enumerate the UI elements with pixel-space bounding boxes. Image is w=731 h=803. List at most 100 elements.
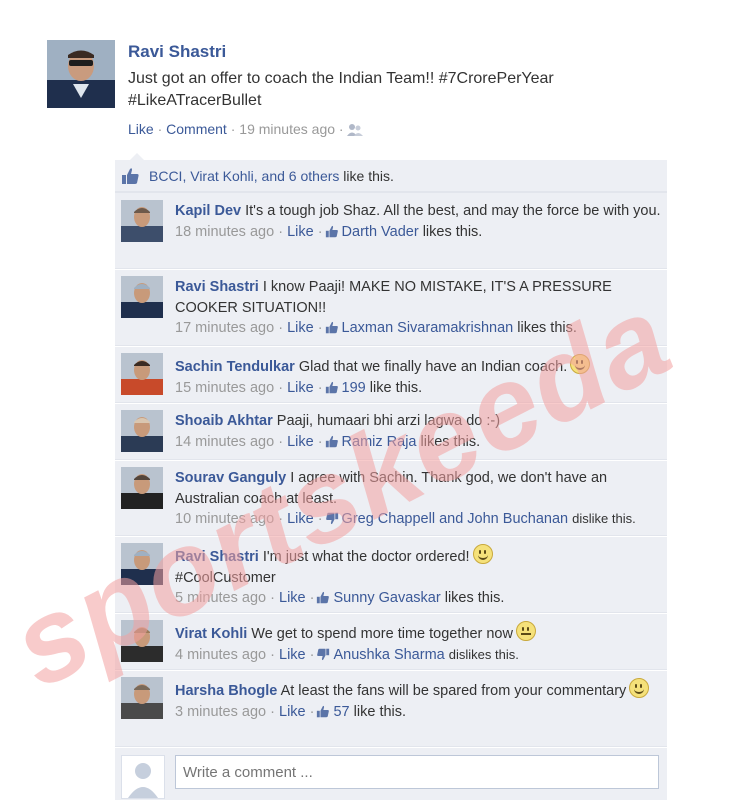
commenter-name[interactable]: Ravi Shastri bbox=[175, 279, 259, 295]
privacy-friends-icon[interactable] bbox=[347, 123, 364, 140]
meta-separator: · bbox=[230, 121, 236, 137]
comment-timestamp[interactable]: 4 minutes ago bbox=[175, 647, 266, 663]
commenter-avatar[interactable] bbox=[121, 543, 163, 585]
meta-separator: · bbox=[278, 379, 284, 396]
commenter-avatar[interactable] bbox=[121, 620, 163, 662]
comment-panel-pointer bbox=[130, 153, 144, 160]
meta-separator: · bbox=[317, 511, 323, 527]
comment-body: Kapil Dev It's a tough job Shaz. All the… bbox=[175, 201, 665, 244]
comment-like-link[interactable]: Like bbox=[279, 647, 306, 663]
comment-like-link[interactable]: Like bbox=[287, 434, 314, 450]
reaction-suffix: likes this. bbox=[517, 320, 577, 336]
commenter-name[interactable]: Sourav Ganguly bbox=[175, 470, 286, 486]
reaction-users-link[interactable]: 199 bbox=[342, 380, 366, 396]
post-text: Just got an offer to coach the Indian Te… bbox=[128, 68, 648, 112]
reaction-users-link[interactable]: Greg Chappell and John Buchanan bbox=[342, 511, 569, 527]
thumbs-up-icon bbox=[325, 224, 339, 245]
comment-text: Glad that we finally have an Indian coac… bbox=[298, 359, 568, 375]
commenter-name[interactable]: Sachin Tendulkar bbox=[175, 359, 295, 375]
comment-timestamp[interactable]: 15 minutes ago bbox=[175, 380, 274, 396]
comment-timestamp[interactable]: 10 minutes ago bbox=[175, 511, 274, 527]
meta-separator: · bbox=[270, 590, 275, 606]
reaction-users-link[interactable]: Ramiz Raja bbox=[342, 434, 417, 450]
post-like-link[interactable]: Like bbox=[128, 121, 154, 137]
comment-like-link[interactable]: Like bbox=[287, 224, 314, 240]
post-text-line-2: #LikeATracerBullet bbox=[128, 92, 262, 109]
meta-separator: · bbox=[270, 703, 275, 720]
comment-like-link[interactable]: Like bbox=[279, 704, 306, 720]
comment-item: Kapil Dev It's a tough job Shaz. All the… bbox=[115, 192, 667, 270]
comment-text-line-2: #CoolCustomer bbox=[175, 569, 276, 586]
comment-timestamp[interactable]: 18 minutes ago bbox=[175, 224, 274, 240]
comment-meta: 5 minutes ago · Like · Sunny Gavaskar lik… bbox=[175, 588, 665, 611]
comment-body: Sachin Tendulkar Glad that we finally ha… bbox=[175, 354, 665, 400]
comment-body: Ravi Shastri I'm just what the doctor or… bbox=[175, 544, 665, 611]
commenter-name[interactable]: Virat Kohli bbox=[175, 626, 247, 642]
meta-separator: · bbox=[157, 121, 163, 137]
thumbs-up-icon bbox=[325, 380, 339, 401]
comment-meta: 18 minutes ago · Like · Darth Vader likes… bbox=[175, 222, 665, 245]
comment-body: Ravi Shastri I know Paaji! MAKE NO MISTA… bbox=[175, 277, 665, 341]
comment-body: Sourav Ganguly I agree with Sachin. Than… bbox=[175, 468, 665, 532]
smiley-emoticon-icon bbox=[515, 621, 536, 641]
comment-text: I'm just what the doctor ordered! bbox=[262, 549, 470, 565]
reaction-users-link[interactable]: Laxman Sivaramakrishnan bbox=[342, 320, 514, 336]
thumbs-up-icon bbox=[121, 167, 140, 185]
comment-like-link[interactable]: Like bbox=[287, 511, 314, 527]
comment-meta: 4 minutes ago · Like · Anushka Sharma dis… bbox=[175, 645, 665, 668]
post-comment-link[interactable]: Comment bbox=[166, 121, 227, 137]
reaction-suffix: like this. bbox=[353, 703, 407, 720]
comment-meta: 14 minutes ago · Like · Ramiz Raja likes … bbox=[175, 432, 665, 455]
comment-like-link[interactable]: Like bbox=[287, 380, 314, 396]
post-timestamp[interactable]: 19 minutes ago bbox=[239, 121, 335, 137]
meta-separator: · bbox=[309, 646, 315, 663]
commenter-name[interactable]: Ravi Shastri bbox=[175, 549, 259, 565]
commenter-avatar[interactable] bbox=[121, 200, 163, 242]
meta-separator: · bbox=[270, 646, 275, 663]
comment-timestamp[interactable]: 5 minutes ago bbox=[175, 590, 266, 606]
commenter-name[interactable]: Harsha Bhogle bbox=[175, 683, 277, 699]
commenter-avatar[interactable] bbox=[121, 276, 163, 318]
commenter-avatar[interactable] bbox=[121, 677, 163, 719]
smiley-emoticon-icon bbox=[472, 544, 493, 564]
commenter-name[interactable]: Kapil Dev bbox=[175, 203, 241, 219]
meta-separator: · bbox=[317, 223, 323, 240]
comment-item: Harsha Bhogle At least the fans will be … bbox=[115, 669, 667, 748]
comment-item: Sourav Ganguly I agree with Sachin. Than… bbox=[115, 459, 667, 537]
comment-timestamp[interactable]: 14 minutes ago bbox=[175, 434, 274, 450]
commenter-avatar[interactable] bbox=[121, 467, 163, 509]
comment-input[interactable] bbox=[175, 755, 659, 789]
reaction-users-link[interactable]: Anushka Sharma bbox=[333, 647, 444, 663]
comment-body: Shoaib Akhtar Paaji, humaari bhi arzi la… bbox=[175, 411, 665, 454]
reaction-users-link[interactable]: Sunny Gavaskar bbox=[333, 590, 440, 606]
comment-timestamp[interactable]: 3 minutes ago bbox=[175, 704, 266, 720]
likers-link[interactable]: BCCI, Virat Kohli, and 6 others bbox=[149, 168, 339, 184]
thumbs-down-icon bbox=[316, 647, 330, 668]
comment-like-link[interactable]: Like bbox=[287, 320, 314, 336]
meta-separator: · bbox=[317, 320, 323, 336]
comment-text: It's a tough job Shaz. All the best, and… bbox=[245, 203, 661, 219]
likes-suffix: like this. bbox=[343, 168, 394, 184]
commenter-name[interactable]: Shoaib Akhtar bbox=[175, 413, 273, 429]
reaction-users-link[interactable]: Darth Vader bbox=[342, 224, 419, 240]
reaction-users-link[interactable]: 57 bbox=[333, 704, 349, 720]
commenter-avatar[interactable] bbox=[121, 410, 163, 452]
meta-separator: · bbox=[309, 703, 315, 720]
comment-meta: 15 minutes ago · Like · 199 like this. bbox=[175, 378, 665, 401]
commenter-avatar[interactable] bbox=[121, 353, 163, 395]
smiley-emoticon-icon bbox=[629, 678, 650, 698]
comment-text: We get to spend more time together now bbox=[251, 626, 513, 642]
reaction-suffix: likes this. bbox=[420, 433, 481, 450]
meta-separator: · bbox=[278, 320, 284, 336]
comment-panel: BCCI, Virat Kohli, and 6 others like thi… bbox=[115, 160, 667, 800]
comment-timestamp[interactable]: 17 minutes ago bbox=[175, 320, 274, 336]
thumbs-down-icon bbox=[325, 511, 339, 532]
thumbs-up-icon bbox=[325, 320, 339, 341]
thumbs-up-icon bbox=[316, 590, 330, 611]
comment-like-link[interactable]: Like bbox=[279, 590, 306, 606]
meta-separator: · bbox=[278, 511, 284, 527]
post-author-name[interactable]: Ravi Shastri bbox=[128, 42, 226, 62]
post-author-avatar[interactable] bbox=[47, 40, 115, 108]
post-meta: Like · Comment · 19 minutes ago · bbox=[128, 121, 364, 140]
thumbs-up-icon bbox=[325, 434, 339, 455]
